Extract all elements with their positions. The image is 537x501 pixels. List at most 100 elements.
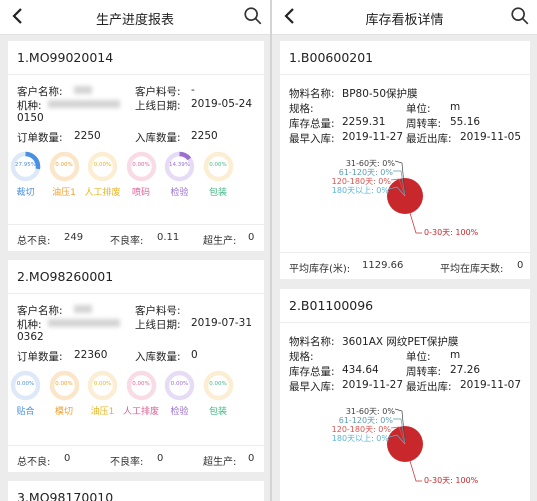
stage-name: 包装 <box>208 407 227 417</box>
stage-progress-ring: 0.00% <box>87 151 118 182</box>
order-number: 3.MO98170010 <box>17 490 114 501</box>
pie-label-0-30: 0-30天: 100% <box>424 476 479 485</box>
order-number: 1.MO99020014 <box>8 41 264 75</box>
latest-out-label: 最近出库: <box>406 133 452 145</box>
avg-days-value: 0 <box>517 260 524 271</box>
stage-percent: 0.00% <box>93 162 112 168</box>
order-number: 2.MO98260001 <box>8 260 264 294</box>
online-date-label: 上线日期: <box>135 100 181 112</box>
defect-rate-label: 不良率: <box>110 236 144 247</box>
order-summary: 总不良: 0 不良率: 0 超生产: 0 <box>8 445 264 472</box>
stage-percent: 0.00% <box>170 381 189 387</box>
stage-progress-ring: 0.00% <box>49 151 80 182</box>
stage-name: 油压1 <box>52 188 76 198</box>
search-icon[interactable] <box>242 5 264 27</box>
stage-name: 贴合 <box>16 407 35 417</box>
stage-name: 喷码 <box>131 188 150 198</box>
inventory-card[interactable]: 1.B00600201 物料名称: BP80-50保护膜 规格: 单位: m 库… <box>280 41 530 279</box>
over-label: 超生产: <box>203 457 237 468</box>
customer-no-label: 客户料号: <box>135 86 181 98</box>
defect-rate-value: 0 <box>157 453 164 464</box>
machine-label: 机种: <box>17 100 42 112</box>
top-bar: 生产进度报表 <box>0 0 270 35</box>
stage-progress-ring: 0.00% <box>164 370 195 401</box>
pie-label-0-30: 0-30天: 100% <box>424 228 479 237</box>
stage-name: 油压1 <box>90 407 115 417</box>
turnover-value: 55.16 <box>450 116 481 128</box>
stage-name: 模切 <box>54 407 73 417</box>
latest-out-label: 最近出库: <box>406 381 452 393</box>
stage-percent: 0.00% <box>132 381 150 387</box>
earliest-in-value: 2019-11-27 <box>342 379 404 391</box>
customer-name-label: 客户名称: <box>17 305 63 317</box>
stock-age-pie-chart <box>387 408 423 482</box>
stage-percent: 0.00% <box>209 162 227 168</box>
spec-label: 规格: <box>289 351 314 363</box>
material-name-value: BP80-50保护膜 <box>342 88 418 100</box>
machine-redacted <box>48 100 120 108</box>
stock-qty-value: 2250 <box>191 130 218 142</box>
order-qty-value: 22360 <box>74 349 108 361</box>
stage-percent: 0.00% <box>55 162 73 168</box>
search-icon[interactable] <box>509 5 531 27</box>
pie-label-180-plus: 180天以上: 0% <box>331 186 389 195</box>
material-code: 1.B00600201 <box>280 41 530 75</box>
stage-progress-ring: 0.00% <box>203 151 234 182</box>
machine-suffix: 0150 <box>17 112 44 124</box>
production-progress-screen: 生产进度报表 1.MO99020014 客户名称: 客户料号: - 机种: 上线… <box>0 0 270 501</box>
stock-total-label: 库存总量: <box>289 118 335 130</box>
stage-percent: 0.00% <box>16 381 35 387</box>
over-value: 0 <box>248 232 255 243</box>
order-card[interactable]: 1.MO99020014 客户名称: 客户料号: - 机种: 上线日期: 201… <box>8 41 264 251</box>
spec-label: 规格: <box>289 103 314 115</box>
stage-progress-ring: 0.00% <box>87 370 118 401</box>
stage-name: 包装 <box>208 188 227 198</box>
turnover-label: 周转率: <box>406 118 442 130</box>
stage-percent: 0.00% <box>93 381 112 387</box>
unit-label: 单位: <box>406 351 431 363</box>
stock-total-value: 434.64 <box>342 364 379 376</box>
stage-name: 人工排废 <box>122 407 159 417</box>
stage-percent: 0.00% <box>55 381 73 387</box>
avg-stock-label: 平均库存(米): <box>289 264 351 275</box>
stage-progress-ring: 14.39% <box>164 151 195 182</box>
online-date-label: 上线日期: <box>135 319 181 331</box>
stage-percent: 27.95% <box>15 162 36 168</box>
top-bar: 库存看板详情 <box>272 0 537 35</box>
stage-percent: 14.39% <box>169 162 190 168</box>
order-card[interactable]: 2.MO98260001 客户名称: 客户料号: 机种: 上线日期: 2019-… <box>8 260 264 472</box>
earliest-in-label: 最早入库: <box>289 133 335 145</box>
stock-qty-value: 0 <box>191 349 198 361</box>
machine-label: 机种: <box>17 319 42 331</box>
material-name-label: 物料名称: <box>289 88 335 100</box>
customer-name-redacted <box>74 305 92 313</box>
inventory-card[interactable]: 2.B01100096 物料名称: 3601AX 网纹PET保护膜 规格: 单位… <box>280 289 530 501</box>
material-name-value: 3601AX 网纹PET保护膜 <box>342 336 459 348</box>
unit-label: 单位: <box>406 103 431 115</box>
stage-progress-ring: 0.00% <box>10 370 41 401</box>
stage-name: 检验 <box>170 188 189 198</box>
pie-label-180-plus: 180天以上: 0% <box>331 434 389 443</box>
stock-total-label: 库存总量: <box>289 366 335 378</box>
over-label: 超生产: <box>203 236 237 247</box>
machine-redacted <box>48 319 120 327</box>
machine-suffix: 0362 <box>17 331 44 343</box>
page-title: 生产进度报表 <box>95 13 174 28</box>
order-card[interactable]: 3.MO98170010 <box>8 481 264 501</box>
stage-progress-ring: 27.95% <box>10 151 41 182</box>
earliest-in-value: 2019-11-27 <box>342 131 404 143</box>
online-date-value: 2019-05-24 <box>191 98 253 110</box>
defect-rate-value: 0.11 <box>157 232 180 243</box>
stage-progress-ring: 0.00% <box>126 370 157 401</box>
stage-progress-ring: 0.00% <box>126 151 157 182</box>
leader-line <box>409 460 422 482</box>
defect-value: 249 <box>64 232 84 243</box>
stage-percent: 0.00% <box>209 381 227 387</box>
inventory-summary: 平均库存(米): 1129.66 平均在库天数: 0 <box>280 252 530 279</box>
online-date-value: 2019-07-31 <box>191 317 253 329</box>
customer-no-label: 客户料号: <box>135 305 181 317</box>
material-name-label: 物料名称: <box>289 336 335 348</box>
latest-out-value: 2019-11-07 <box>460 379 522 391</box>
stock-age-pie-chart <box>387 160 423 234</box>
turnover-value: 27.26 <box>450 364 481 376</box>
